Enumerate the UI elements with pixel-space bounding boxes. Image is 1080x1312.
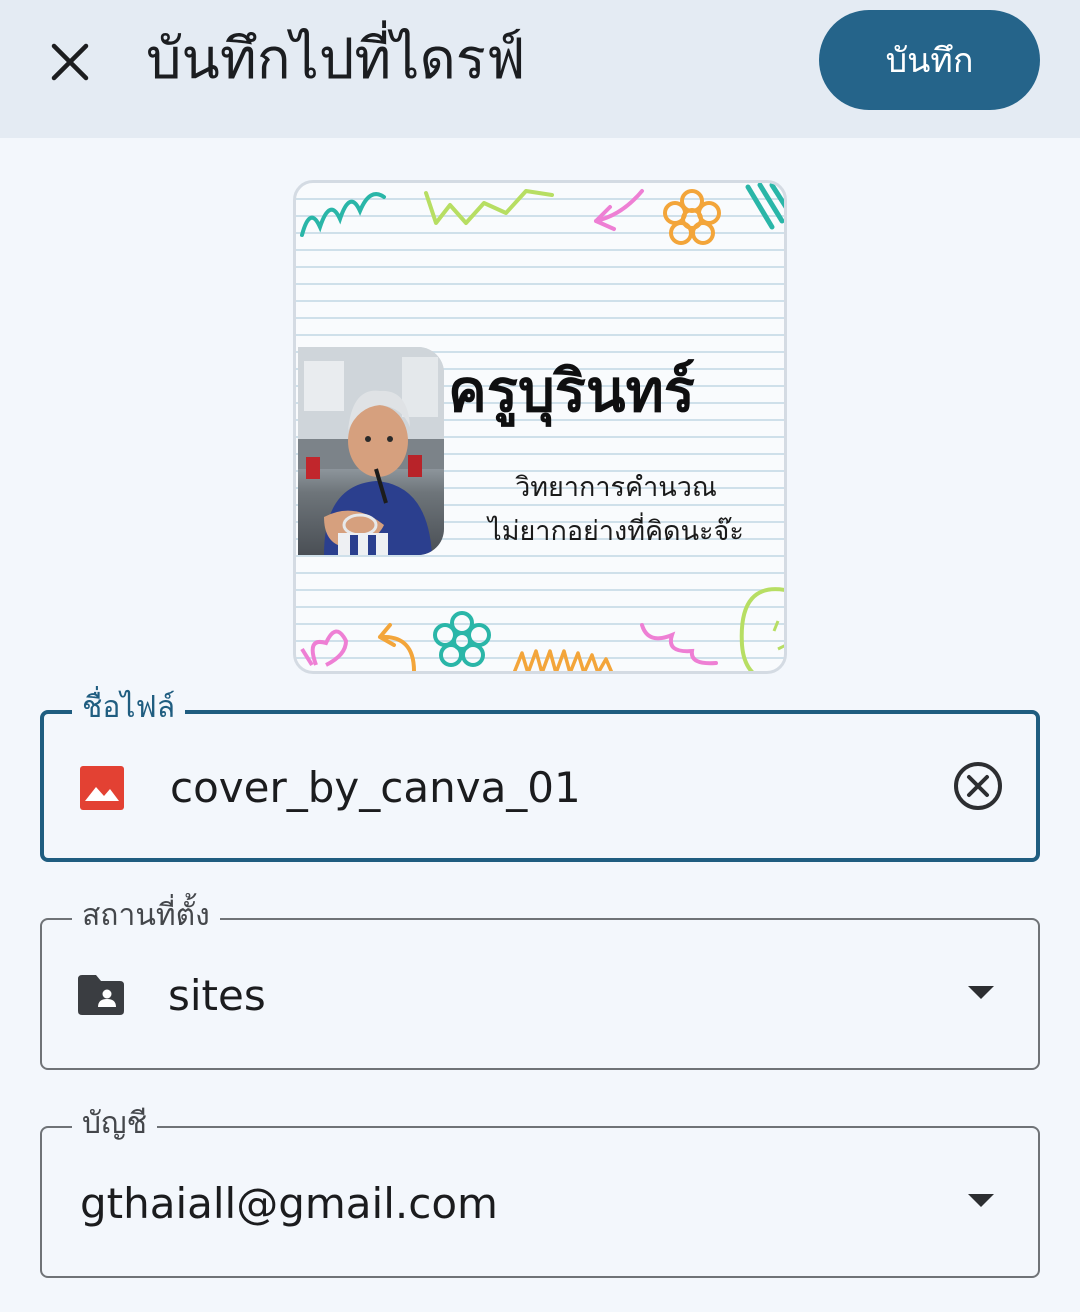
page-title: บันทึกไปที่ไดรฟ์ [146,27,526,92]
close-icon [51,43,89,81]
filename-field[interactable]: ชื่อไฟล์ cover_by_canva_01 [40,688,1040,862]
flower-doodle-top [663,189,721,245]
filename-input[interactable]: cover_by_canva_01 [170,760,581,816]
preview-line-1: วิทยาการคำนวณ [515,472,717,503]
image-icon [78,764,126,812]
save-button[interactable]: บันทึก [819,10,1040,110]
file-preview: ครูบุรินทร์ วิทยาการคำนวณ ไม่ยากอย่างที่… [293,180,787,674]
account-dropdown-arrow[interactable] [968,1194,994,1207]
clear-button[interactable] [950,758,1006,814]
location-dropdown-arrow[interactable] [968,986,994,999]
account-value: gthaiall@gmail.com [80,1179,498,1228]
shared-folder-icon [76,972,126,1018]
account-label: บัญชี [72,1104,157,1144]
preview-line-2: ไม่ยากอย่างที่คิดนะจ๊ะ [488,516,744,547]
profile-photo [298,347,444,555]
location-label: สถานที่ตั้ง [72,896,220,936]
preview-heading: ครูบุรินทร์ [448,357,695,425]
close-button[interactable] [38,30,102,94]
clear-icon [954,762,1002,810]
location-value: sites [168,971,266,1020]
account-dropdown[interactable]: บัญชี gthaiall@gmail.com [40,1104,1040,1278]
flower-doodle-bottom [433,611,491,667]
filename-label: ชื่อไฟล์ [72,688,186,728]
top-app-bar: บันทึกไปที่ไดรฟ์ บันทึก [0,0,1080,138]
location-dropdown[interactable]: สถานที่ตั้ง sites [40,896,1040,1070]
